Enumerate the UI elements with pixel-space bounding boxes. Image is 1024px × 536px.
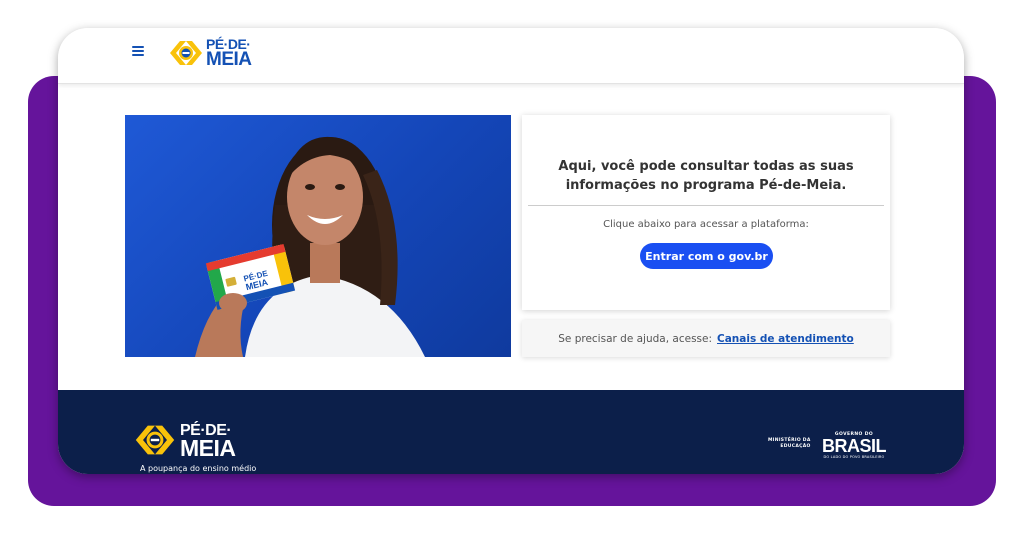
browser-window: PÉ·DE· MEIA PÉ·DE MEIA Aqui, você pode c… xyxy=(58,28,964,474)
hero-image-student-with-card: PÉ·DE MEIA xyxy=(125,115,511,357)
ministry-of-education-label: MINISTÉRIO DA EDUCAÇÃO xyxy=(768,438,811,450)
governo-brasil-logo: GOVERNO DO BRASIL DO LADO DO POVO BRASIL… xyxy=(820,432,888,459)
footer-logo-line2: MEIA xyxy=(180,435,236,462)
ministry-line2: EDUCAÇÃO xyxy=(780,444,811,449)
gov-word: BRASIL xyxy=(822,436,887,456)
login-govbr-button[interactable]: Entrar com o gov.br xyxy=(640,243,773,269)
service-channels-link[interactable]: Canais de atendimento xyxy=(717,333,854,345)
footer-tagline: A poupança do ensino médio xyxy=(140,464,257,473)
gov-motto: DO LADO DO POVO BRASILEIRO xyxy=(823,455,885,459)
student-photo: PÉ·DE MEIA xyxy=(195,136,425,357)
divider xyxy=(528,205,884,206)
site-footer: PÉ·DE· MEIA A poupança do ensino médio M… xyxy=(58,390,964,474)
footer-logo-text: PÉ·DE· MEIA xyxy=(180,422,236,462)
footer-logo: PÉ·DE· MEIA xyxy=(132,422,260,462)
logo-mark-icon xyxy=(170,41,202,65)
logo-text: PÉ·DE· MEIA xyxy=(206,37,252,70)
info-subtitle: Clique abaixo para acessar a plataforma: xyxy=(603,219,809,230)
help-card: Se precisar de ajuda, acesse: Canais de … xyxy=(522,320,890,357)
footer-logo-mark-icon xyxy=(135,425,175,455)
help-text: Se precisar de ajuda, acesse: xyxy=(558,332,713,345)
pe-de-meia-logo[interactable]: PÉ·DE· MEIA xyxy=(168,37,260,70)
info-card: Aqui, você pode consultar todas as suas … xyxy=(522,115,890,310)
hamburger-menu-icon[interactable] xyxy=(132,46,144,58)
logo-line2: MEIA xyxy=(206,48,252,70)
site-header: PÉ·DE· MEIA xyxy=(58,28,964,84)
info-title: Aqui, você pode consultar todas as suas … xyxy=(558,159,854,193)
